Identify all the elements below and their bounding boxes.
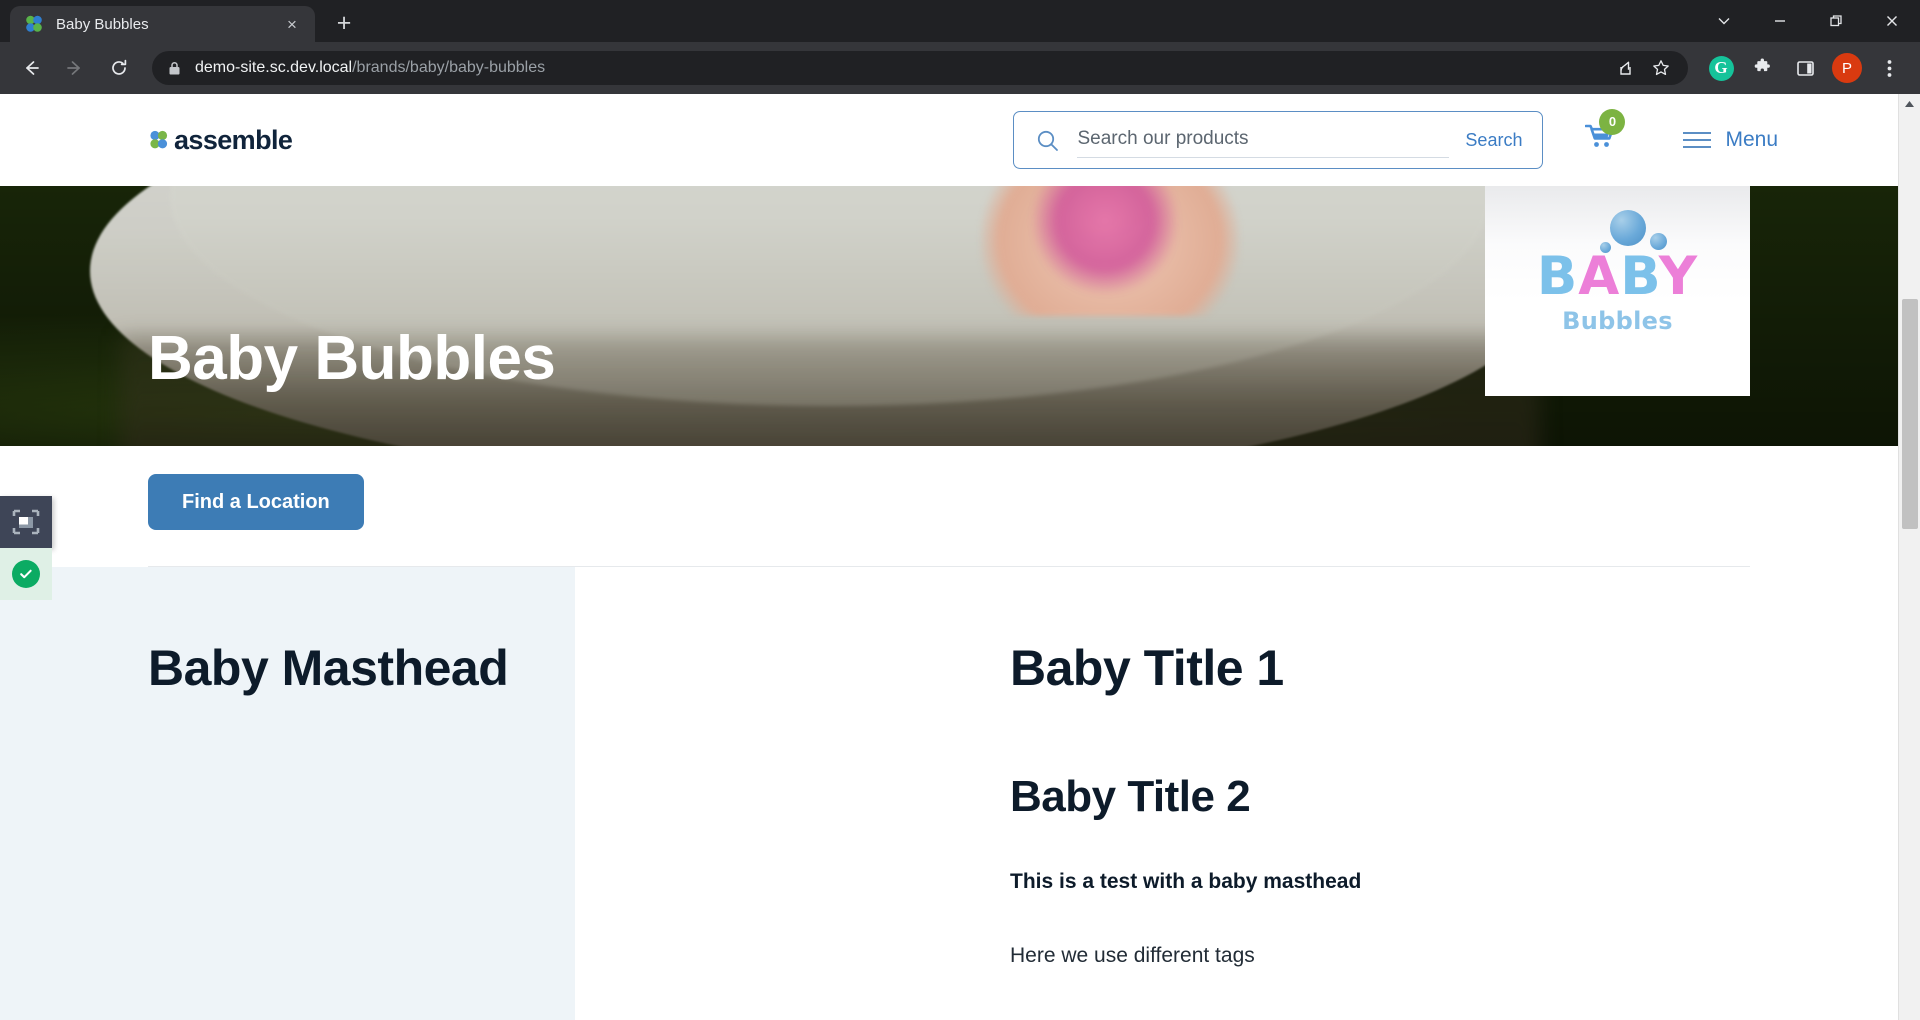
- reload-icon[interactable]: [100, 49, 138, 87]
- new-tab-button[interactable]: +: [327, 6, 361, 40]
- edge-badges: [0, 496, 52, 600]
- address-bar[interactable]: demo-site.sc.dev.local/brands/baby/baby-…: [152, 51, 1688, 85]
- baby-cloth: [1030, 186, 1180, 296]
- header-right: Search 0: [1013, 108, 1898, 169]
- hero-title: Baby Bubbles: [148, 324, 556, 393]
- site-logo[interactable]: assemble: [148, 124, 293, 156]
- grammarly-extension-icon[interactable]: G: [1702, 49, 1740, 87]
- right-column: Baby Title 1 Baby Title 2 This is a test…: [958, 639, 1750, 1020]
- search-submit-button[interactable]: Search: [1465, 130, 1522, 151]
- baby-title-2: Baby Title 2: [1010, 772, 1251, 821]
- left-column: Baby Masthead: [148, 639, 958, 1020]
- side-panel-icon[interactable]: [1786, 49, 1824, 87]
- lock-icon: [168, 61, 181, 76]
- content-grid: Baby Masthead Baby Title 1 Baby Title 2 …: [0, 567, 1898, 1020]
- baby-title-1: Baby Title 1: [1010, 640, 1284, 696]
- url-path: /brands/baby/baby-bubbles: [352, 59, 546, 76]
- profile-avatar[interactable]: P: [1828, 49, 1866, 87]
- clover-favicon: [24, 14, 44, 34]
- tab-title: Baby Bubbles: [56, 15, 149, 33]
- search-box[interactable]: Search: [1013, 111, 1544, 169]
- cart-count-badge: 0: [1599, 108, 1626, 135]
- share-icon[interactable]: [1610, 53, 1640, 83]
- menu-label: Menu: [1725, 128, 1778, 151]
- page-scrollbar[interactable]: [1898, 94, 1920, 1020]
- menu-button[interactable]: Menu: [1683, 128, 1778, 152]
- browser-toolbar: demo-site.sc.dev.local/brands/baby/baby-…: [0, 42, 1920, 94]
- close-icon[interactable]: ×: [279, 11, 305, 37]
- tab-search-icon[interactable]: [1696, 0, 1752, 42]
- omnibox-actions: [1610, 53, 1676, 83]
- brand-word-bubbles: Bubbles: [1562, 307, 1673, 335]
- extensions-puzzle-icon[interactable]: [1744, 49, 1782, 87]
- page-viewport: assemble Search 0: [0, 94, 1920, 1020]
- status-badge[interactable]: [0, 548, 52, 600]
- hero-banner: Baby Bubbles BABY Bubbles: [0, 186, 1898, 446]
- browser-tab[interactable]: Baby Bubbles ×: [10, 6, 315, 42]
- back-icon[interactable]: [12, 49, 50, 87]
- url-host: demo-site.sc.dev.local: [195, 59, 353, 76]
- check-circle-icon: [12, 560, 40, 588]
- search-icon: [1036, 129, 1059, 152]
- scrollbar-thumb[interactable]: [1902, 299, 1918, 529]
- bubbles-icon: [1558, 208, 1678, 253]
- cart-button[interactable]: 0: [1585, 108, 1626, 158]
- paragraph-regular: Here we use different tags: [1010, 944, 1255, 967]
- find-a-location-button[interactable]: Find a Location: [148, 474, 364, 530]
- brand-logo-panel: BABY Bubbles: [1485, 186, 1750, 396]
- scroll-up-arrow[interactable]: [1899, 94, 1920, 114]
- close-window-icon[interactable]: [1864, 0, 1920, 42]
- three-dot-menu-icon[interactable]: [1870, 49, 1908, 87]
- experience-editor-icon[interactable]: [0, 496, 52, 548]
- restore-icon[interactable]: [1808, 0, 1864, 42]
- logo-text: assemble: [174, 124, 293, 155]
- site-header: assemble Search 0: [0, 94, 1898, 186]
- browser-window: Baby Bubbles × + demo-site.sc.dev.local/…: [0, 0, 1920, 1020]
- url-text: demo-site.sc.dev.local/brands/baby/baby-…: [195, 59, 545, 77]
- hamburger-icon: [1683, 132, 1712, 148]
- forward-icon[interactable]: [56, 49, 94, 87]
- avatar: P: [1832, 53, 1862, 83]
- paragraph-bold: This is a test with a baby masthead: [1010, 870, 1362, 893]
- grammarly-badge: G: [1708, 55, 1734, 81]
- window-controls: [1696, 0, 1920, 42]
- star-icon[interactable]: [1646, 53, 1676, 83]
- cta-section: Find a Location: [0, 446, 1898, 566]
- masthead-title: Baby Masthead: [148, 640, 509, 696]
- search-input[interactable]: [1077, 122, 1450, 158]
- brand-word-baby: BABY: [1536, 246, 1699, 307]
- clover-mark-icon: [148, 129, 170, 151]
- tab-strip: Baby Bubbles × +: [0, 0, 1920, 42]
- minimize-icon[interactable]: [1752, 0, 1808, 42]
- main-content: Baby Masthead Baby Title 1 Baby Title 2 …: [0, 567, 1898, 1020]
- web-page: assemble Search 0: [0, 94, 1898, 1020]
